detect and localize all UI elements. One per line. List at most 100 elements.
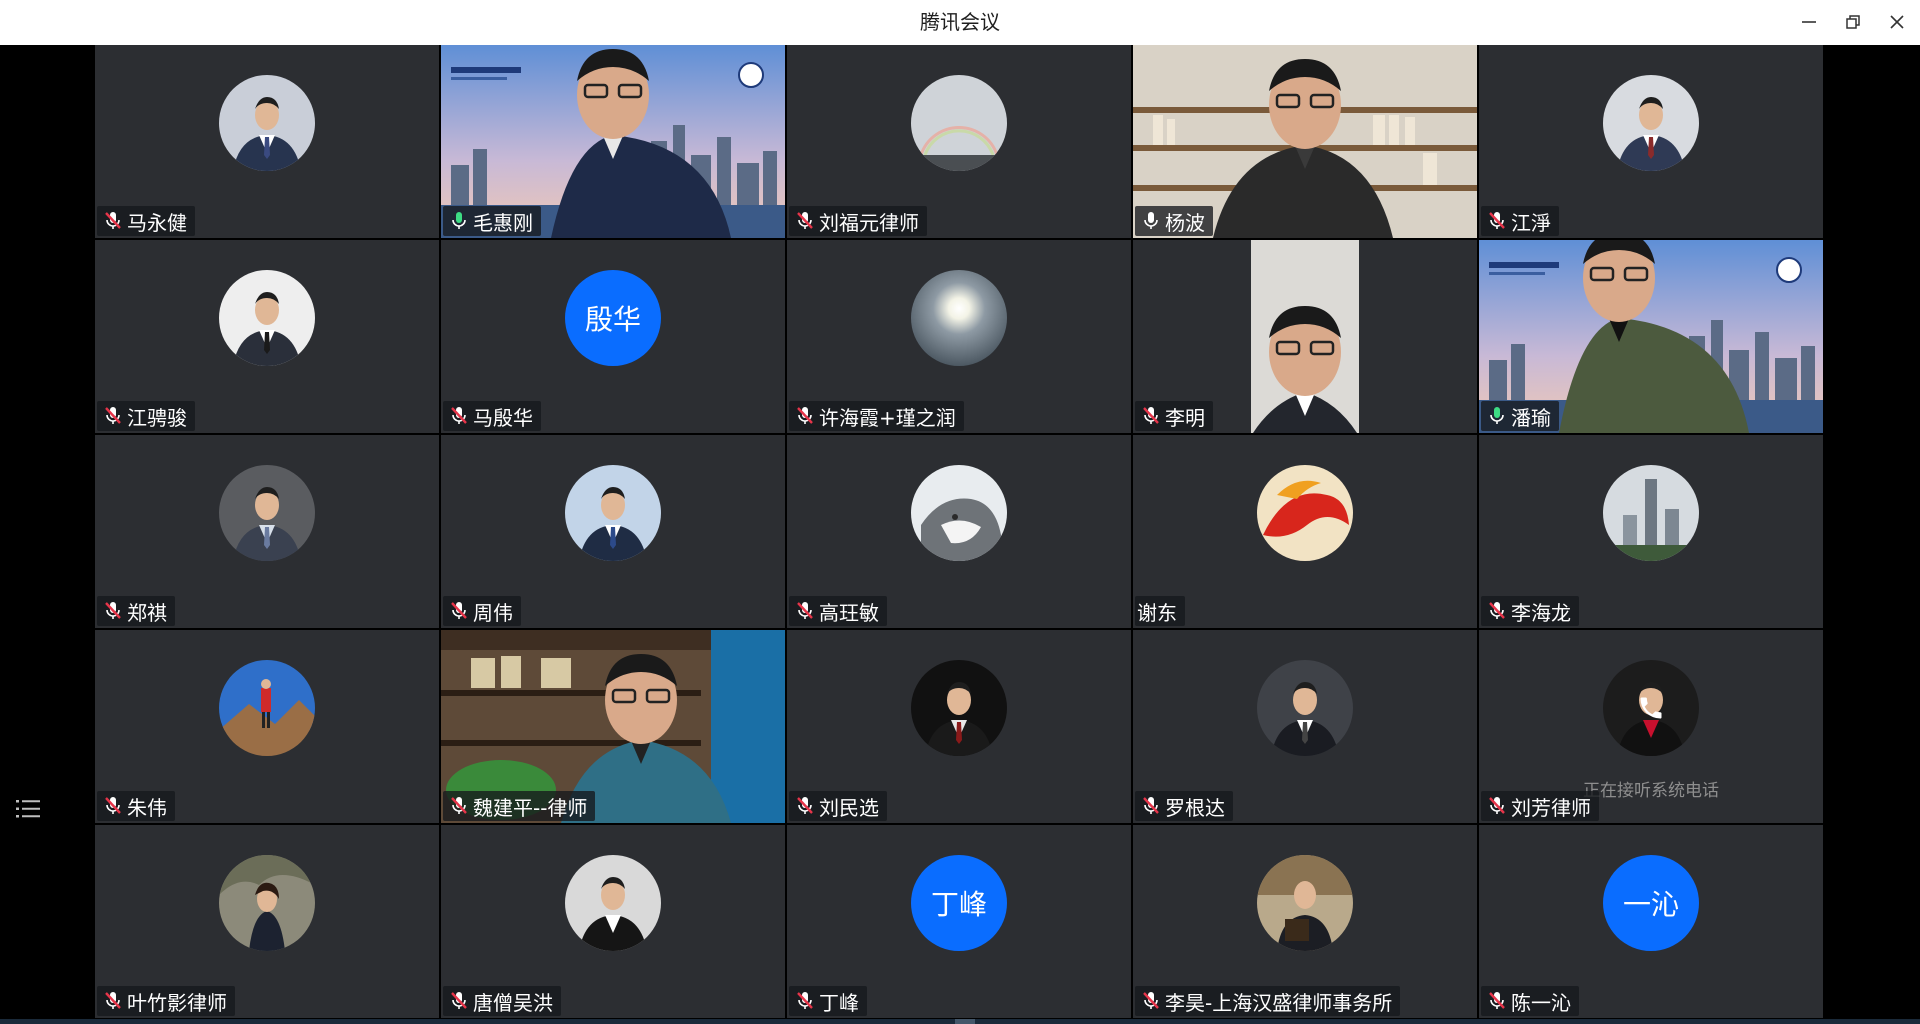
- participant-nameplate: 江骋骏: [97, 401, 195, 431]
- participant-name: 江骋骏: [127, 405, 187, 430]
- participant-nameplate: 马永健: [97, 206, 195, 236]
- mic-muted-icon: [795, 991, 815, 1011]
- participant-name: 郑祺: [127, 600, 167, 625]
- participant-tile[interactable]: 谢东: [1133, 435, 1477, 628]
- participant-name: 刘福元律师: [819, 210, 919, 235]
- participant-list-toggle[interactable]: [14, 797, 42, 821]
- participant-tile[interactable]: 一沁陈一沁: [1479, 825, 1823, 1018]
- participant-nameplate: 罗根达: [1135, 791, 1233, 821]
- participant-nameplate: 江淨: [1481, 206, 1559, 236]
- avatar: [1257, 660, 1353, 756]
- mic-muted-icon: [1487, 991, 1507, 1011]
- avatar: [565, 465, 661, 561]
- mic-muted-icon: [103, 211, 123, 231]
- mic-icon: [1487, 406, 1507, 426]
- mic-muted-icon: [1141, 406, 1161, 426]
- participant-tile[interactable]: 李海龙: [1479, 435, 1823, 628]
- avatar: [1257, 855, 1353, 951]
- mic-icon: [1141, 211, 1161, 231]
- avatar: [1257, 465, 1353, 561]
- participant-tile[interactable]: 毛惠刚: [441, 45, 785, 238]
- participant-nameplate: 刘芳律师: [1481, 791, 1599, 821]
- minimize-button[interactable]: [1794, 7, 1824, 37]
- participant-name: 高玨敏: [819, 600, 879, 625]
- participant-tile[interactable]: 高玨敏: [787, 435, 1131, 628]
- participant-nameplate: 马殷华: [443, 401, 541, 431]
- participant-nameplate: 魏建平--律师: [443, 791, 596, 821]
- mic-muted-icon: [795, 406, 815, 426]
- window-title: 腾讯会议: [920, 10, 1000, 34]
- participant-tile[interactable]: 杨波: [1133, 45, 1477, 238]
- participant-tile[interactable]: 马永健: [95, 45, 439, 238]
- participant-tile[interactable]: 丁峰 丁峰: [787, 825, 1131, 1018]
- participant-tile[interactable]: 李明: [1133, 240, 1477, 433]
- mic-muted-icon: [449, 601, 469, 621]
- participant-tile[interactable]: 李昊-上海汉盛律师事务所: [1133, 825, 1477, 1018]
- participant-nameplate: 陈一沁: [1481, 986, 1579, 1016]
- participant-tile[interactable]: 殷华马殷华: [441, 240, 785, 433]
- participant-nameplate: 潘瑜: [1481, 401, 1559, 431]
- mic-muted-icon: [449, 796, 469, 816]
- participant-tile[interactable]: 朱伟: [95, 630, 439, 823]
- restore-button[interactable]: [1838, 7, 1868, 37]
- mic-muted-icon: [449, 991, 469, 1011]
- participant-nameplate: 李昊-上海汉盛律师事务所: [1135, 986, 1401, 1016]
- list-icon: [16, 800, 40, 818]
- avatar: [1603, 465, 1699, 561]
- participant-name: 江淨: [1511, 210, 1551, 235]
- mic-muted-icon: [795, 796, 815, 816]
- participant-tile[interactable]: 潘瑜: [1479, 240, 1823, 433]
- participant-name: 许海霞+瑾之润: [819, 405, 956, 430]
- avatar: [1603, 75, 1699, 171]
- avatar-initials: 殷华: [565, 270, 661, 366]
- participant-tile[interactable]: 刘福元律师: [787, 45, 1131, 238]
- participant-tile[interactable]: 罗根达: [1133, 630, 1477, 823]
- phone-icon: [1637, 694, 1665, 726]
- participant-tile[interactable]: 江淨: [1479, 45, 1823, 238]
- participant-nameplate: 杨波: [1135, 206, 1213, 236]
- mic-muted-icon: [795, 601, 815, 621]
- avatar: [219, 855, 315, 951]
- mic-muted-icon: [449, 406, 469, 426]
- participant-name: 毛惠刚: [473, 210, 533, 235]
- participant-tile[interactable]: 江骋骏: [95, 240, 439, 433]
- participant-nameplate: 丁峰: [789, 986, 867, 1016]
- participant-name: 谢东: [1137, 600, 1177, 625]
- participant-name: 杨波: [1165, 210, 1205, 235]
- participant-nameplate: 周伟: [443, 596, 521, 626]
- mic-icon: [449, 211, 469, 231]
- participant-tile[interactable]: 许海霞+瑾之润: [787, 240, 1131, 433]
- participant-nameplate: 刘福元律师: [789, 206, 927, 236]
- participant-name: 唐僧吴洪: [473, 990, 553, 1015]
- participant-name: 叶竹影律师: [127, 990, 227, 1015]
- participant-tile[interactable]: 唐僧吴洪: [441, 825, 785, 1018]
- participant-tile[interactable]: 叶竹影律师: [95, 825, 439, 1018]
- avatar-initials: 一沁: [1603, 855, 1699, 951]
- video-stage: 马永健 毛惠刚 刘福元律师 杨波 江淨 江骋骏 殷华 马殷华 许海霞+瑾之润 李明 潘瑜 郑祺 周伟 高玨…: [0, 45, 1920, 1019]
- mic-muted-icon: [103, 406, 123, 426]
- mic-muted-icon: [1487, 796, 1507, 816]
- participant-tile[interactable]: 魏建平--律师: [441, 630, 785, 823]
- avatar: [911, 465, 1007, 561]
- participant-tile[interactable]: 刘民选: [787, 630, 1131, 823]
- participant-name: 刘民选: [819, 795, 879, 820]
- participant-tile[interactable]: 郑祺: [95, 435, 439, 628]
- title-bar: 腾讯会议: [0, 0, 1920, 45]
- participant-tile[interactable]: 周伟: [441, 435, 785, 628]
- avatar: [911, 270, 1007, 366]
- scroll-thumb[interactable]: [955, 1019, 975, 1024]
- participant-tile[interactable]: 正在接听系统电话 刘芳律师: [1479, 630, 1823, 823]
- avatar-initials: 丁峰: [911, 855, 1007, 951]
- participant-name: 丁峰: [819, 990, 859, 1015]
- mic-muted-icon: [1141, 991, 1161, 1011]
- bottom-scrollbar[interactable]: [0, 1019, 1920, 1024]
- mic-muted-icon: [1141, 796, 1161, 816]
- participant-nameplate: 许海霞+瑾之润: [789, 401, 964, 431]
- close-button[interactable]: [1882, 7, 1912, 37]
- participant-name: 刘芳律师: [1511, 795, 1591, 820]
- participant-name: 陈一沁: [1511, 990, 1571, 1015]
- participant-name: 罗根达: [1165, 795, 1225, 820]
- avatar: [219, 660, 315, 756]
- participant-name: 李海龙: [1511, 600, 1571, 625]
- mic-muted-icon: [1487, 211, 1507, 231]
